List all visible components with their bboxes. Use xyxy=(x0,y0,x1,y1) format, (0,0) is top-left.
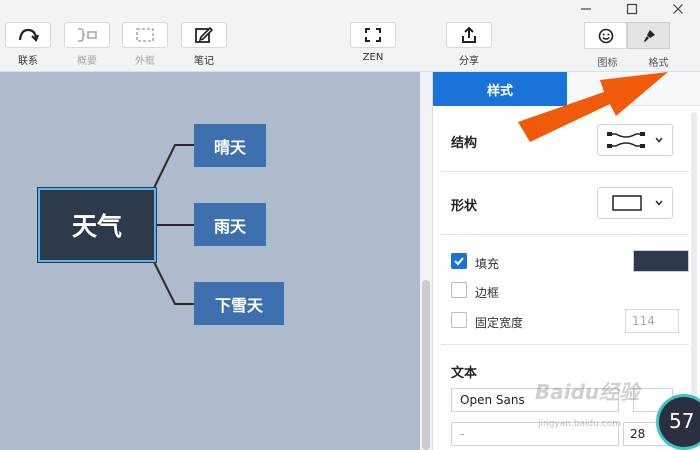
icon-panel-label: 图标 xyxy=(597,58,618,69)
subtopic-text: 晴天 xyxy=(213,137,246,157)
shape-dropdown[interactable] xyxy=(597,187,673,219)
format-panel-label: 格式 xyxy=(648,58,669,69)
connector-line xyxy=(153,144,195,189)
shape-label: 形状 xyxy=(451,199,478,214)
fixed-width-input[interactable]: 114 xyxy=(625,309,679,333)
share-button[interactable]: 分享 xyxy=(446,22,492,67)
boundary-button[interactable]: 外框 xyxy=(122,22,168,67)
smiley-icon xyxy=(598,28,613,43)
subtopic-rainy[interactable]: 雨天 xyxy=(194,203,266,246)
relationship-button[interactable]: 联系 xyxy=(5,22,51,67)
fixed-width-checkbox[interactable] xyxy=(451,312,467,328)
tab-style[interactable]: 样式 xyxy=(433,72,567,106)
structure-label: 结构 xyxy=(451,136,478,151)
rectangle-shape-icon xyxy=(612,195,642,211)
fill-color-swatch[interactable] xyxy=(633,250,689,272)
toolbar: 联系 概要 外框 笔记 ZEN 分享 图标 格式 xyxy=(0,0,700,72)
gauge-value: 57 xyxy=(669,409,695,433)
close-button[interactable] xyxy=(670,2,686,16)
note-pen-icon xyxy=(195,26,214,43)
subtopic-text: 下雪天 xyxy=(214,295,263,315)
section-divider xyxy=(441,234,689,235)
font-weight-value: - xyxy=(460,427,465,441)
root-topic[interactable]: 天气 xyxy=(37,187,157,263)
text-section-label: 文本 xyxy=(451,366,478,381)
border-checkbox[interactable] xyxy=(451,282,467,298)
tab-style-label: 样式 xyxy=(486,83,513,99)
minimize-icon xyxy=(581,8,591,10)
relationship-label: 联系 xyxy=(18,56,38,67)
summary-button[interactable]: 概要 xyxy=(64,22,110,67)
fixed-width-placeholder: 114 xyxy=(632,314,655,328)
share-label: 分享 xyxy=(459,56,479,67)
font-size-value: 28 xyxy=(630,427,646,441)
watermark-url: jingyan.baidu.com xyxy=(538,419,622,429)
checkmark-icon xyxy=(454,257,464,266)
chevron-down-icon xyxy=(655,137,663,143)
app-window: 联系 概要 外框 笔记 ZEN 分享 图标 格式 天气 晴天 雨天 下雪天 样式… xyxy=(0,0,700,450)
maximize-icon xyxy=(626,3,638,15)
structure-connector-icon xyxy=(607,132,645,148)
boundary-frame-icon xyxy=(136,28,154,42)
sidebar-toggle-group xyxy=(584,22,670,49)
chevron-down-icon xyxy=(655,200,663,206)
maximize-button[interactable] xyxy=(624,2,640,16)
mindmap-canvas[interactable]: 天气 晴天 雨天 下雪天 xyxy=(0,72,420,450)
minimize-button[interactable] xyxy=(578,2,594,16)
section-divider xyxy=(441,171,689,172)
format-panel-toggle[interactable] xyxy=(627,22,670,49)
connector-line xyxy=(153,261,195,305)
fullscreen-icon xyxy=(365,28,381,42)
border-label: 边框 xyxy=(475,286,500,300)
tab-bar-empty xyxy=(567,72,700,106)
subtopic-snowy[interactable]: 下雪天 xyxy=(194,282,284,325)
boundary-label: 外框 xyxy=(135,56,155,67)
subtopic-sunny[interactable]: 晴天 xyxy=(194,124,266,167)
zen-label: ZEN xyxy=(362,52,384,63)
summary-label: 概要 xyxy=(77,56,97,67)
section-divider xyxy=(441,344,689,345)
canvas-scrollbar[interactable] xyxy=(422,280,430,450)
close-icon xyxy=(673,4,683,14)
share-upload-icon xyxy=(462,26,476,43)
panel-scrollbar[interactable] xyxy=(691,112,697,442)
relationship-arrow-icon xyxy=(18,28,39,42)
icon-panel-toggle[interactable] xyxy=(584,22,627,49)
fixed-width-label: 固定宽度 xyxy=(475,316,524,330)
structure-dropdown[interactable] xyxy=(597,124,673,156)
fill-checkbox[interactable] xyxy=(451,253,467,269)
watermark-text: Baidu经验 xyxy=(535,380,640,404)
summary-bracket-icon xyxy=(78,28,97,42)
subtopic-text: 雨天 xyxy=(213,216,246,236)
font-family-value: Open Sans xyxy=(460,393,525,407)
fill-label: 填充 xyxy=(475,257,500,271)
zen-button[interactable]: ZEN xyxy=(350,22,396,63)
root-topic-text: 天气 xyxy=(71,212,122,241)
note-label: 笔记 xyxy=(194,56,214,67)
paint-brush-icon xyxy=(643,29,655,42)
note-button[interactable]: 笔记 xyxy=(181,22,227,67)
